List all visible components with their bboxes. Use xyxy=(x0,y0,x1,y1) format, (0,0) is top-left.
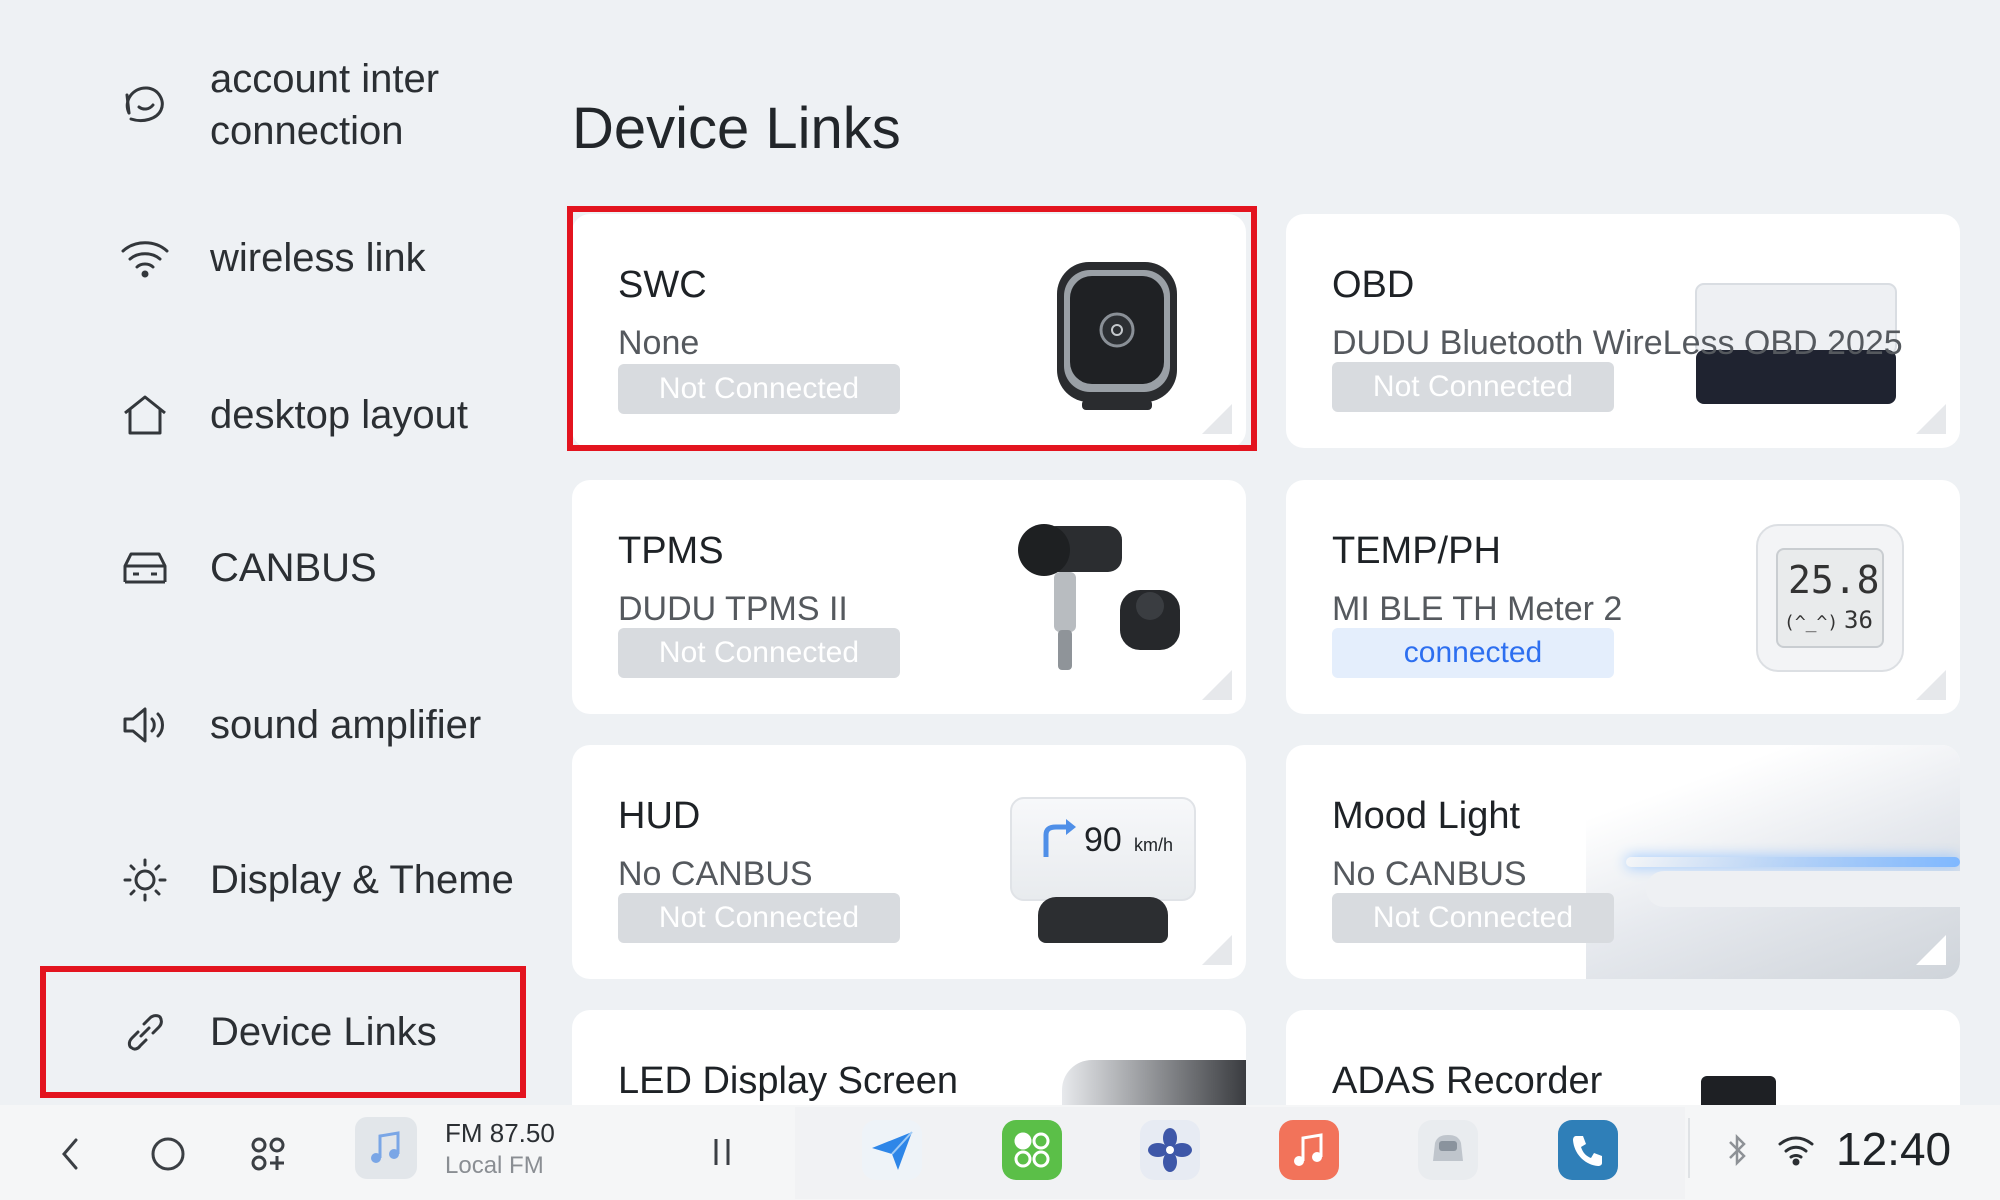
sidebar-item-account-inter-connection[interactable]: account inter connection xyxy=(40,50,525,160)
device-name: TEMP/PH xyxy=(1332,530,1501,572)
sidebar-item-sound-amplifier[interactable]: sound amplifier xyxy=(40,670,525,780)
ambient-light-interior-image xyxy=(1586,745,1960,979)
tpms-sensor-image xyxy=(1018,524,1180,670)
speaker-icon xyxy=(116,696,174,754)
sidebar-item-wireless-link[interactable]: wireless link xyxy=(40,228,525,288)
thermo-hygrometer-image: 25.8 (^_^) 36 xyxy=(1756,524,1904,672)
connection-status-badge: connected xyxy=(1332,628,1614,678)
sidebar-item-display-theme[interactable]: Display & Theme xyxy=(40,825,525,935)
sidebar: account inter connection wireless link d… xyxy=(0,0,540,1105)
device-card-adas-recorder[interactable]: ADAS Recorder xyxy=(1286,1010,1960,1105)
sidebar-item-label: desktop layout xyxy=(210,393,468,437)
expand-corner-icon xyxy=(1916,670,1946,700)
back-button[interactable] xyxy=(42,1127,96,1181)
device-model: MI BLE TH Meter 2 xyxy=(1332,590,1623,628)
car-icon xyxy=(116,539,174,597)
device-links-highlight-frame xyxy=(40,966,526,1098)
connection-status-badge: Not Connected xyxy=(618,628,900,678)
wifi-status-icon xyxy=(1778,1136,1814,1166)
hud-device-image: 90 km/h xyxy=(1000,797,1200,947)
device-name: Mood Light xyxy=(1332,795,1521,837)
pause-button[interactable] xyxy=(700,1130,744,1174)
device-name: TPMS xyxy=(618,530,724,572)
device-card-obd[interactable]: OBD DUDU Bluetooth WireLess OBD 2025 Not… xyxy=(1286,214,1960,448)
turn-arrow-icon xyxy=(1043,819,1076,857)
sidebar-item-label: account inter connection xyxy=(210,57,440,153)
navigation-app-icon[interactable] xyxy=(862,1120,922,1180)
sidebar-item-label: Display & Theme xyxy=(210,858,514,902)
device-card-hud[interactable]: HUD No CANBUS Not Connected 90 km/h xyxy=(572,745,1246,979)
pause-icon xyxy=(714,1139,730,1165)
swc-card-highlight-frame xyxy=(567,206,1257,451)
phone-app-icon[interactable] xyxy=(1558,1120,1618,1180)
device-card-temp-ph[interactable]: TEMP/PH MI BLE TH Meter 2 connected 25.8… xyxy=(1286,480,1960,714)
home-button[interactable] xyxy=(141,1127,195,1181)
brightness-icon xyxy=(116,851,174,909)
expand-corner-icon xyxy=(1916,935,1946,965)
radio-station-title: FM 87.50 xyxy=(445,1118,555,1148)
sidebar-item-label: wireless link xyxy=(210,236,426,280)
wifi-icon xyxy=(116,229,174,287)
home-icon xyxy=(116,386,174,444)
music-app-icon[interactable] xyxy=(1279,1120,1339,1180)
page-title: Device Links xyxy=(572,96,901,161)
apps-grid-app-icon[interactable] xyxy=(1002,1120,1062,1180)
device-card-mood-light[interactable]: Mood Light No CANBUS Not Connected xyxy=(1286,745,1960,979)
temperature-reading: 25.8 xyxy=(1788,558,1880,602)
bluetooth-icon xyxy=(1729,1133,1746,1167)
device-card-tpms[interactable]: TPMS DUDU TPMS II Not Connected xyxy=(572,480,1246,714)
music-note-icon xyxy=(371,1131,400,1163)
face-indicator: (^_^) xyxy=(1784,612,1839,633)
device-name: HUD xyxy=(618,795,701,837)
connection-status-badge: Not Connected xyxy=(1332,893,1614,943)
device-name: OBD xyxy=(1332,264,1415,306)
account-link-icon xyxy=(116,76,174,134)
fan-app-icon[interactable] xyxy=(1140,1120,1200,1180)
device-name: LED Display Screen xyxy=(618,1060,959,1102)
hud-speed-unit: km/h xyxy=(1134,835,1174,855)
hud-speed-value: 90 xyxy=(1084,821,1122,859)
device-model: No CANBUS xyxy=(618,855,813,893)
expand-corner-icon xyxy=(1202,935,1232,965)
device-model: No CANBUS xyxy=(1332,855,1527,893)
status-clock: 12:40 xyxy=(1836,1123,1952,1175)
connection-status-badge: Not Connected xyxy=(618,893,900,943)
circle-home-icon xyxy=(151,1137,185,1171)
device-name: ADAS Recorder xyxy=(1332,1060,1603,1102)
sidebar-item-canbus[interactable]: CANBUS xyxy=(40,538,525,598)
device-card-led-display-screen[interactable]: LED Display Screen xyxy=(572,1010,1246,1105)
sidebar-item-label: CANBUS xyxy=(210,546,377,590)
expand-corner-icon xyxy=(1202,670,1232,700)
adas-recorder-image xyxy=(1701,1076,1776,1105)
device-model: DUDU Bluetooth WireLess OBD 2025 xyxy=(1332,324,1903,362)
humidity-reading: 36 xyxy=(1844,606,1873,634)
sidebar-item-label: sound amplifier xyxy=(210,703,482,747)
led-display-image xyxy=(1062,1060,1246,1105)
apps-grid-icon xyxy=(251,1137,285,1171)
radio-station-subtitle: Local FM xyxy=(445,1152,544,1179)
chevron-left-icon xyxy=(62,1138,78,1170)
device-model: DUDU TPMS II xyxy=(618,590,848,628)
app-tray xyxy=(795,1107,1685,1199)
status-divider xyxy=(1688,1118,1690,1178)
radio-album-art[interactable] xyxy=(355,1117,417,1179)
sidebar-item-desktop-layout[interactable]: desktop layout xyxy=(40,360,525,470)
car-app-icon[interactable] xyxy=(1418,1120,1478,1180)
connection-status-badge: Not Connected xyxy=(1332,362,1614,412)
expand-corner-icon xyxy=(1916,404,1946,434)
recent-apps-button[interactable] xyxy=(241,1127,295,1181)
